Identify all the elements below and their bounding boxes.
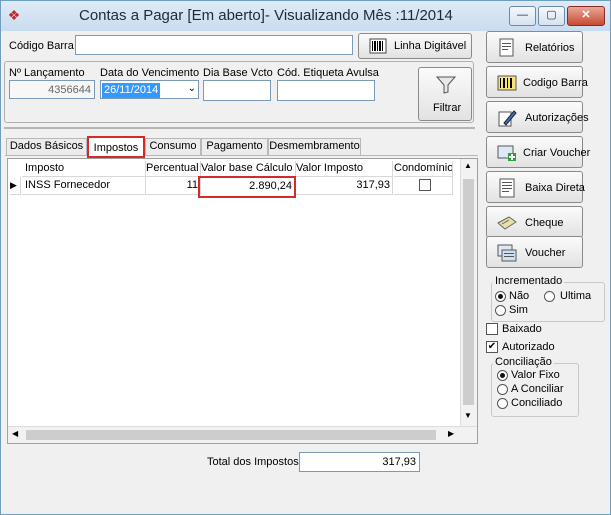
- voucher-label: Voucher: [525, 247, 566, 259]
- linha-digitavel-label: Linha Digitável: [394, 40, 467, 52]
- minimize-button[interactable]: —: [509, 6, 536, 26]
- codigo-barra-button[interactable]: Codigo Barra: [486, 66, 588, 98]
- radio-a-conciliar[interactable]: [497, 384, 508, 395]
- column-header-imposto[interactable]: Imposto: [22, 161, 146, 177]
- incrementado-group: [491, 282, 605, 322]
- voucher-button[interactable]: Voucher: [486, 236, 583, 268]
- column-header-valor-imposto[interactable]: Valor Imposto: [296, 161, 393, 177]
- lancamento-input[interactable]: 4356644: [9, 80, 95, 99]
- cheque-label: Cheque: [525, 217, 564, 229]
- barcode-icon: [369, 38, 387, 54]
- total-impostos-label: Total dos Impostos: [207, 456, 299, 468]
- radio-sim[interactable]: [495, 305, 506, 316]
- client-area: Código Barra Linha Digitável Nº Lançamen…: [1, 31, 610, 514]
- criar-voucher-label: Criar Voucher: [523, 147, 591, 159]
- tab-bar: Dados Básicos Impostos Consumo Pagamento…: [5, 136, 478, 158]
- cheque-button[interactable]: Cheque: [486, 206, 583, 238]
- document-list-icon: [499, 178, 515, 198]
- baixado-checkbox[interactable]: [486, 323, 498, 335]
- tab-consumo[interactable]: Consumo: [145, 138, 201, 155]
- cell-imposto[interactable]: INSS Fornecedor: [22, 177, 146, 195]
- radio-valor-fixo[interactable]: [497, 370, 508, 381]
- barcode-icon: [497, 75, 517, 91]
- main-window: ❖ Contas a Pagar [Em aberto]- Visualizan…: [0, 0, 611, 515]
- radio-sim-label: Sim: [509, 304, 528, 316]
- total-impostos-value: 317,93: [299, 452, 420, 472]
- codigo-barra-btn-label: Codigo Barra: [523, 77, 588, 89]
- vencimento-value: 26/11/2014: [102, 83, 161, 98]
- scroll-up-icon[interactable]: ▲: [464, 161, 472, 170]
- row-indicator-icon: ▶: [10, 177, 21, 195]
- conciliacao-title: Conciliação: [493, 356, 554, 368]
- close-button[interactable]: ✕: [567, 6, 605, 26]
- autorizacoes-button[interactable]: Autorizações: [486, 101, 589, 133]
- scroll-down-icon[interactable]: ▼: [464, 411, 472, 420]
- relatorios-label: Relatórios: [525, 42, 575, 54]
- scrollbar-thumb[interactable]: [463, 179, 474, 405]
- radio-conciliado[interactable]: [497, 398, 508, 409]
- report-icon: [499, 38, 514, 57]
- radio-ultima[interactable]: [544, 291, 555, 302]
- column-header-valor-base[interactable]: Valor base Cálculo: [201, 161, 296, 177]
- column-header-condominio[interactable]: Condomínio: [394, 161, 453, 177]
- window-title: Contas a Pagar [Em aberto]- Visualizando…: [79, 7, 453, 24]
- autorizado-checkbox[interactable]: ✔: [486, 341, 498, 353]
- dia-base-input[interactable]: [203, 80, 271, 101]
- baixa-direta-label: Baixa Direta: [525, 182, 585, 194]
- relatorios-button[interactable]: Relatórios: [486, 31, 583, 63]
- radio-valor-fixo-label: Valor Fixo: [511, 369, 560, 381]
- dia-base-label: Dia Base Vcto: [203, 67, 273, 79]
- radio-conciliado-label: Conciliado: [511, 397, 563, 409]
- radio-nao[interactable]: [495, 291, 506, 302]
- app-logo-icon: ❖: [7, 7, 21, 23]
- maximize-button[interactable]: ▢: [538, 6, 565, 26]
- incrementado-title: Incrementado: [493, 275, 565, 287]
- radio-ultima-label: Ultima: [560, 290, 592, 302]
- autorizacoes-label: Autorizações: [525, 112, 589, 124]
- linha-digitavel-button[interactable]: Linha Digitável: [358, 33, 472, 59]
- cell-condominio[interactable]: [394, 177, 453, 195]
- autorizado-label: Autorizado: [502, 341, 555, 353]
- cell-percentual[interactable]: 11: [146, 177, 201, 195]
- filtrar-button[interactable]: Filtrar: [418, 67, 472, 121]
- etiqueta-label: Cód. Etiqueta Avulsa: [277, 67, 379, 79]
- condominio-checkbox[interactable]: [419, 179, 431, 191]
- codigo-barra-label: Código Barra: [9, 40, 74, 52]
- vencimento-label: Data do Vencimento: [100, 67, 200, 79]
- tab-impostos[interactable]: Impostos: [87, 136, 145, 158]
- horizontal-scrollbar[interactable]: ◀ ▶: [8, 426, 477, 443]
- scroll-right-icon[interactable]: ▶: [448, 429, 454, 438]
- cell-valor-base[interactable]: 2.890,24: [198, 176, 296, 198]
- vencimento-datepicker[interactable]: 26/11/2014 ⌄: [100, 80, 199, 99]
- cell-valor-imposto[interactable]: 317,93: [296, 177, 393, 195]
- voucher-icon: [497, 244, 517, 262]
- column-header-percentual[interactable]: Percentual: [146, 161, 201, 177]
- vertical-scrollbar[interactable]: ▲ ▼: [460, 159, 477, 426]
- lancamento-label: Nº Lançamento: [9, 67, 85, 79]
- title-bar: ❖ Contas a Pagar [Em aberto]- Visualizan…: [1, 1, 610, 31]
- pen-icon: [498, 110, 517, 127]
- divider: [4, 127, 475, 129]
- impostos-grid[interactable]: Imposto Percentual Valor base Cálculo Va…: [7, 158, 478, 444]
- scroll-left-icon[interactable]: ◀: [12, 429, 18, 438]
- criar-voucher-button[interactable]: Criar Voucher: [486, 136, 590, 168]
- baixa-direta-button[interactable]: Baixa Direta: [486, 171, 585, 203]
- hscrollbar-thumb[interactable]: [26, 430, 436, 440]
- codigo-barra-input[interactable]: [75, 35, 353, 55]
- radio-nao-label: Não: [509, 290, 530, 302]
- add-voucher-icon: [497, 145, 516, 161]
- etiqueta-input[interactable]: [277, 80, 375, 101]
- radio-a-conciliar-label: A Conciliar: [511, 383, 564, 395]
- chevron-down-icon[interactable]: ⌄: [188, 81, 196, 97]
- tab-dados-basicos[interactable]: Dados Básicos: [6, 138, 87, 155]
- filtrar-label: Filtrar: [433, 102, 462, 114]
- tab-desmembramento[interactable]: Desmembramento: [268, 138, 361, 155]
- cheque-icon: [497, 216, 517, 230]
- baixado-label: Baixado: [502, 323, 542, 335]
- funnel-icon: [436, 76, 456, 94]
- tab-pagamento[interactable]: Pagamento: [201, 138, 268, 155]
